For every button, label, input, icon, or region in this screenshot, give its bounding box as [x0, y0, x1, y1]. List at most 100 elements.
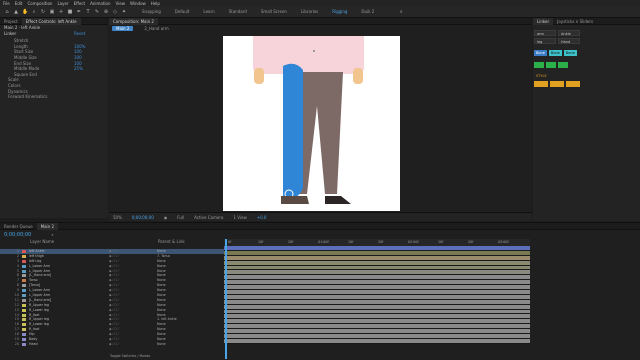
layer-label-color[interactable]: [22, 318, 26, 322]
menu-item-effect[interactable]: Effect: [74, 1, 86, 6]
field-d[interactable]: Hand: [558, 38, 580, 44]
timeline-panel: Render Queue Main 2 0;00;00;00 ⌕ Layer N…: [0, 222, 640, 360]
menu-item-view[interactable]: View: [116, 1, 126, 6]
anchor-tool-icon[interactable]: ✛: [58, 9, 64, 15]
right-sleeve-shape: [352, 36, 364, 70]
tab-render-queue[interactable]: Render Queue: [0, 223, 37, 230]
zoom-level[interactable]: 50%: [113, 215, 122, 220]
flow-sub[interactable]: 2_Hand arm: [144, 26, 168, 31]
puppet-tool-icon[interactable]: ✦: [121, 9, 127, 15]
layer-label-color[interactable]: [22, 274, 26, 278]
layer-switches[interactable]: ◆ ⁄ ☐ ⁄: [109, 342, 157, 347]
field-a[interactable]: arm: [534, 30, 556, 36]
workspace-libraries[interactable]: Libraries: [301, 9, 318, 14]
style-button-3[interactable]: [566, 81, 580, 87]
tab-effect-controls[interactable]: Effect Controls: left Ankle: [21, 17, 81, 25]
menu-item-file[interactable]: File: [3, 1, 10, 6]
stamp-tool-icon[interactable]: ⊕: [103, 9, 109, 15]
layer-label-color[interactable]: [22, 308, 26, 312]
selection-tool-icon[interactable]: ▲: [13, 9, 19, 15]
bone-button-1[interactable]: Bone: [534, 50, 547, 56]
layer-label-color[interactable]: [22, 323, 26, 327]
playhead[interactable]: [225, 239, 227, 359]
flow-main[interactable]: Main 2: [112, 25, 134, 31]
layer-label-color[interactable]: [22, 338, 26, 342]
workspace-rigging[interactable]: Rigging: [332, 9, 347, 14]
layer-label-color[interactable]: [22, 333, 26, 337]
layer-label-color[interactable]: [22, 294, 26, 298]
pen-tool-icon[interactable]: ✒: [76, 9, 82, 15]
duik-style-buttons: [533, 80, 640, 88]
tab-project[interactable]: Project: [0, 18, 22, 25]
workspace-default[interactable]: Default: [175, 9, 190, 14]
timecode[interactable]: 0;00;00;00: [4, 232, 31, 238]
style-button-1[interactable]: [534, 81, 548, 87]
viewer-time[interactable]: 0;00;00;00: [132, 215, 154, 220]
layer-row[interactable]: 20 Head ◆ ⁄ ☐ ⁄ None: [0, 342, 224, 347]
layer-label-color[interactable]: [22, 284, 26, 288]
shape-tool-icon[interactable]: ■: [67, 9, 73, 15]
layer-label-color[interactable]: [22, 328, 26, 332]
camera-tool-icon[interactable]: ▣: [49, 9, 55, 15]
brush-tool-icon[interactable]: ✎: [94, 9, 100, 15]
camera-icon[interactable]: ◉: [164, 215, 168, 220]
layer-label-color[interactable]: [22, 279, 26, 283]
reset-link[interactable]: Reset: [74, 31, 108, 37]
layer-label-color[interactable]: [22, 259, 26, 263]
timeline-footer[interactable]: Toggle Switches / Modes: [110, 354, 150, 358]
menu-item-composition[interactable]: Composition: [27, 1, 52, 6]
layer-list: 1 left Ankle ◆ ⁄ ☐ ⁄ None 2 left thigh ◆ ⁄ ☐ ⁄…: [0, 249, 224, 359]
effect-property-row[interactable]: Forward Kinematics: [0, 94, 108, 100]
menu-item-help[interactable]: Help: [151, 1, 160, 6]
workspace-small-screen[interactable]: Small Screen: [261, 9, 287, 14]
layer-label-color[interactable]: [22, 264, 26, 268]
view-layout-select[interactable]: 1 View: [233, 215, 246, 220]
layer-label-color[interactable]: [22, 303, 26, 307]
workspace-duik[interactable]: Duik 2: [361, 9, 374, 14]
type-tool-icon[interactable]: T: [85, 9, 91, 15]
layer-label-color[interactable]: [22, 298, 26, 302]
tab-linker[interactable]: Linker: [533, 17, 554, 25]
camera-select[interactable]: Active Camera: [194, 215, 223, 220]
tab-main-2[interactable]: Main 2: [36, 222, 59, 230]
tab-joysticks[interactable]: Joysticks n Sliders: [553, 18, 597, 25]
layer-label-color[interactable]: [22, 289, 26, 293]
eraser-tool-icon[interactable]: ◇: [112, 9, 118, 15]
property-value[interactable]: [74, 94, 108, 100]
mode-button-2[interactable]: [546, 62, 556, 68]
layer-label-color[interactable]: [22, 250, 26, 253]
menu-item-window[interactable]: Window: [130, 1, 146, 6]
snapping-toggle[interactable]: Snapping: [142, 9, 161, 14]
time-ruler[interactable]: 0f 10f 20f 01:00f 10f 20f 02:00f 10f 20f 03:00f: [224, 239, 530, 246]
mode-button-1[interactable]: [534, 62, 544, 68]
resolution-select[interactable]: Full: [177, 215, 184, 220]
menu-item-layer[interactable]: Layer: [57, 1, 68, 6]
tab-composition[interactable]: Composition: Main 2: [109, 17, 158, 25]
style-button-2[interactable]: [550, 81, 564, 87]
field-b[interactable]: Ankle: [558, 30, 580, 36]
layer-label-color[interactable]: [22, 342, 26, 346]
menu-item-animation[interactable]: Animation: [90, 1, 110, 6]
exposure-value[interactable]: +0.0: [257, 215, 267, 220]
rotate-tool-icon[interactable]: ↻: [40, 9, 46, 15]
bone-button-3[interactable]: Bone: [563, 50, 577, 56]
layer-label-color[interactable]: [22, 313, 26, 317]
zoom-tool-icon[interactable]: ⌕: [31, 9, 37, 15]
field-c[interactable]: leg: [534, 38, 556, 44]
workspace-standard[interactable]: Standard: [229, 9, 247, 14]
effect-header[interactable]: Linker Reset: [0, 31, 108, 37]
search-layers-icon[interactable]: ⌕: [51, 232, 53, 237]
layer-name[interactable]: Head: [29, 342, 109, 347]
mode-button-3[interactable]: [558, 62, 568, 68]
layer-label-color[interactable]: [22, 254, 26, 258]
bone-button-2[interactable]: Bone: [548, 50, 562, 56]
layer-label-color[interactable]: [22, 269, 26, 273]
layer-parent-select[interactable]: None: [157, 342, 199, 347]
workspace-learn[interactable]: Learn: [203, 9, 214, 14]
home-icon[interactable]: ⌂: [4, 9, 10, 15]
search-icon[interactable]: ⌕: [398, 9, 404, 15]
layer-track-bar[interactable]: [224, 338, 530, 344]
hand-tool-icon[interactable]: ✋: [22, 9, 28, 15]
menu-item-edit[interactable]: Edit: [15, 1, 23, 6]
composition-canvas[interactable]: [223, 36, 400, 211]
